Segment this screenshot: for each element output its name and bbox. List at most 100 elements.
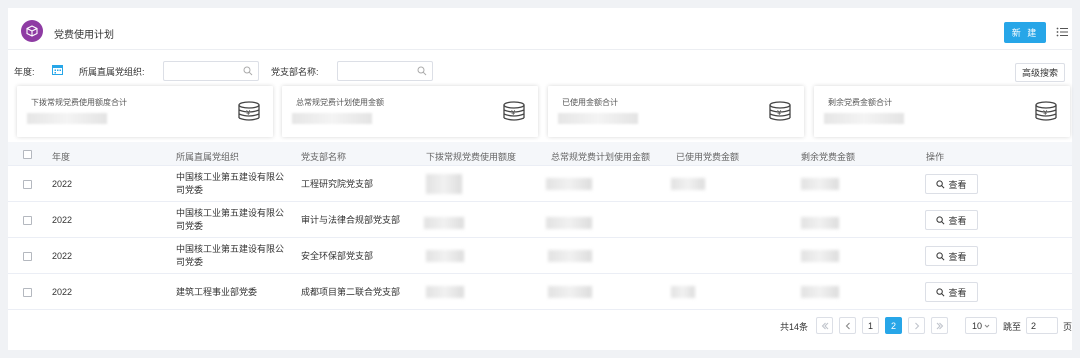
row-checkbox[interactable]	[23, 216, 32, 225]
cell-allocated-redacted	[426, 174, 462, 194]
svg-text:¥: ¥	[1043, 109, 1048, 117]
card-value-redacted	[27, 113, 107, 124]
cell-used-redacted	[671, 178, 705, 190]
cell-org: 中国核工业第五建设有限公司党委	[176, 172, 285, 195]
cell-remaining-redacted	[801, 286, 839, 298]
money-stack-icon: ¥	[1035, 101, 1057, 121]
first-page-button[interactable]	[816, 317, 833, 334]
cell-allocated-redacted	[426, 250, 464, 262]
next-page-button[interactable]	[908, 317, 925, 334]
org-search-input[interactable]	[163, 61, 259, 81]
advanced-search-button[interactable]: 高级搜索	[1015, 63, 1065, 82]
chevron-down-icon	[984, 324, 990, 328]
card-value-redacted	[824, 113, 904, 124]
page-size-select[interactable]: 10	[965, 317, 997, 334]
cell-year: 2022	[52, 251, 73, 261]
cell-org: 中国核工业第五建设有限公司党委	[176, 208, 285, 231]
card-title: 下拨常规党费使用额度合计	[31, 98, 127, 107]
table-row: 2022 中国核工业第五建设有限公司党委 安全环保部党支部 查看	[8, 238, 1072, 274]
org-filter-label: 所属直属党组织:	[79, 67, 145, 77]
view-button[interactable]: 查看	[925, 210, 978, 230]
search-icon	[936, 251, 945, 260]
money-stack-icon: ¥	[503, 101, 525, 121]
page-title: 党费使用计划	[54, 30, 114, 41]
app-frame: 党费使用计划 新 建 年度: 所属直属党组织: 党支部名称: 高级搜索 下拨常规…	[8, 8, 1072, 350]
cell-year: 2022	[52, 215, 73, 225]
cell-org: 中国核工业第五建设有限公司党委	[176, 244, 285, 267]
svg-text:¥: ¥	[511, 109, 516, 117]
svg-text:¥: ¥	[777, 109, 782, 117]
view-label: 查看	[948, 251, 967, 262]
col-branch: 党支部名称	[301, 152, 347, 162]
double-chevron-left-icon	[821, 322, 828, 329]
list-view-icon[interactable]	[1056, 26, 1068, 38]
summary-card-used: 已使用金额合计 ¥	[548, 86, 804, 137]
view-button[interactable]: 查看	[925, 174, 978, 194]
summary-card-allocated: 下拨常规党费使用额度合计 ¥	[17, 86, 273, 137]
cell-branch: 工程研究院党支部	[301, 179, 374, 189]
card-title: 剩余党费金额合计	[828, 98, 892, 107]
cell-org: 建筑工程事业部党委	[176, 287, 258, 297]
cell-used-redacted	[671, 286, 695, 298]
cell-planned-redacted	[546, 178, 592, 190]
cell-year: 2022	[52, 287, 73, 297]
cell-branch: 成都项目第二联合党支部	[301, 287, 401, 297]
summary-card-remaining: 剩余党费金额合计 ¥	[814, 86, 1070, 137]
view-label: 查看	[948, 287, 967, 298]
summary-cards: 下拨常规党费使用额度合计 ¥ 总常规党费计划使用金额 ¥ 已使用金额合计 ¥ 剩…	[8, 84, 1072, 142]
cell-year: 2022	[52, 179, 73, 189]
top-bar: 党费使用计划 新 建	[8, 8, 1072, 50]
cell-remaining-redacted	[801, 217, 839, 229]
card-title: 总常规党费计划使用金额	[296, 98, 384, 107]
prev-page-button[interactable]	[839, 317, 856, 334]
total-count: 共14条	[780, 322, 809, 332]
table-row: 2022 中国核工业第五建设有限公司党委 工程研究院党支部 查看	[8, 166, 1072, 202]
table-row: 2022 建筑工程事业部党委 成都项目第二联合党支部 查看	[8, 274, 1072, 310]
card-title: 已使用金额合计	[562, 98, 618, 107]
search-icon	[417, 66, 427, 76]
search-icon	[243, 66, 253, 76]
money-stack-icon: ¥	[769, 101, 791, 121]
cell-branch: 安全环保部党支部	[301, 251, 374, 261]
cell-branch: 审计与法律合规部党支部	[301, 215, 401, 225]
page-button-2[interactable]: 2	[885, 317, 902, 334]
branch-search-input[interactable]	[337, 61, 433, 81]
search-icon	[936, 215, 945, 224]
row-checkbox[interactable]	[23, 180, 32, 189]
goto-page-input[interactable]: 2	[1026, 317, 1058, 334]
view-button[interactable]: 查看	[925, 246, 978, 266]
goto-label: 跳至	[1003, 322, 1022, 332]
col-remaining: 剩余党费金额	[801, 152, 856, 162]
table-header: 年度 所属直属党组织 党支部名称 下拨常规党费使用额度 总常规党费计划使用金额 …	[8, 142, 1072, 166]
view-label: 查看	[948, 215, 967, 226]
search-icon	[936, 287, 945, 296]
select-all-checkbox[interactable]	[23, 150, 32, 159]
view-button[interactable]: 查看	[925, 282, 978, 302]
chevron-left-icon	[845, 322, 850, 329]
last-page-button[interactable]	[931, 317, 948, 334]
summary-card-planned: 总常规党费计划使用金额 ¥	[282, 86, 538, 137]
col-planned: 总常规党费计划使用金额	[551, 152, 651, 162]
pagination: 共14条 1 2 10 跳至 2 页	[8, 316, 1072, 336]
cell-remaining-redacted	[801, 250, 839, 262]
page-button-1[interactable]: 1	[862, 317, 879, 334]
double-chevron-right-icon	[936, 322, 943, 329]
col-allocated: 下拨常规党费使用额度	[426, 152, 517, 162]
calendar-icon[interactable]	[52, 64, 63, 75]
row-checkbox[interactable]	[23, 288, 32, 297]
table-row: 2022 中国核工业第五建设有限公司党委 审计与法律合规部党支部 查看	[8, 202, 1072, 238]
col-actions: 操作	[926, 152, 945, 162]
app-logo-icon	[21, 20, 43, 42]
card-value-redacted	[292, 113, 372, 124]
page-size-value: 10	[971, 320, 982, 331]
row-checkbox[interactable]	[23, 252, 32, 261]
new-button[interactable]: 新 建	[1004, 22, 1046, 43]
col-year: 年度	[52, 152, 71, 162]
money-stack-icon: ¥	[238, 101, 260, 121]
cell-allocated-redacted	[424, 217, 464, 229]
col-org: 所属直属党组织	[176, 152, 240, 162]
year-filter-label: 年度:	[14, 67, 35, 77]
cell-planned-redacted	[548, 286, 592, 298]
view-label: 查看	[948, 179, 967, 190]
cell-planned-redacted	[548, 250, 592, 262]
